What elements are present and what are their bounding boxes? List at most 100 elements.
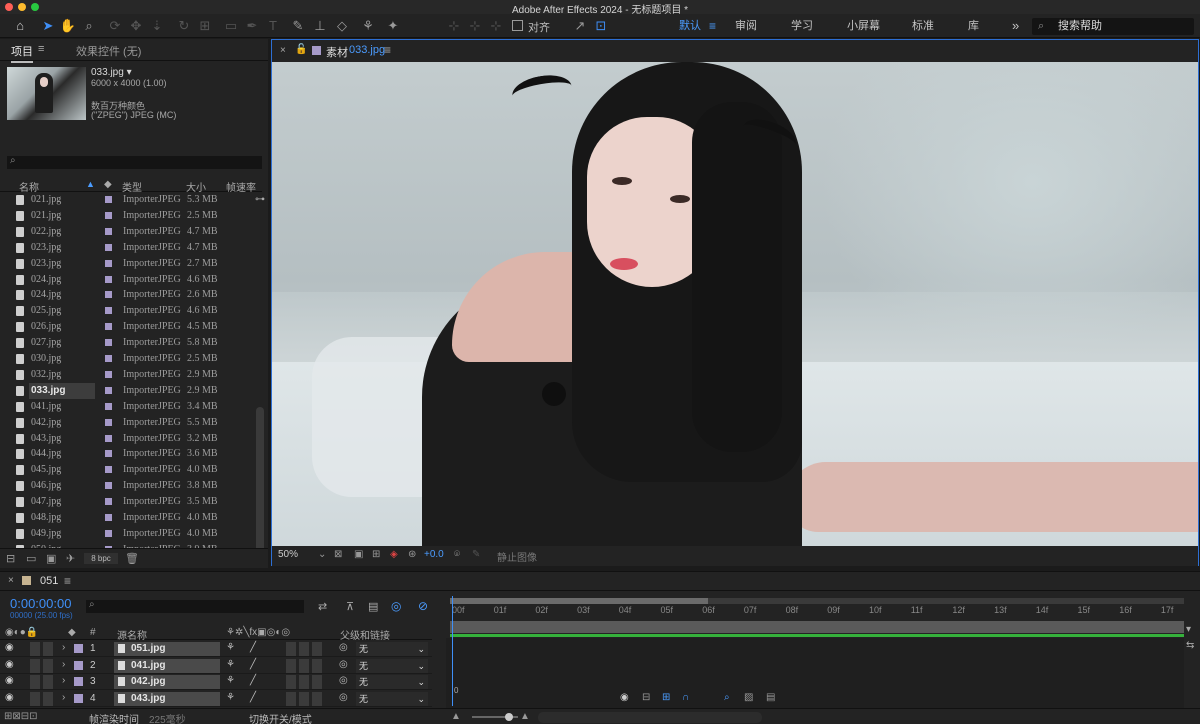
file-row[interactable]: 033.jpg ImporterJPEG 2.9 MB <box>0 382 256 399</box>
label-swatch[interactable] <box>105 355 112 362</box>
lock-toggle[interactable] <box>43 692 53 707</box>
timeline-search-input[interactable]: ⌕ <box>86 599 304 613</box>
home-icon[interactable]: ⌂ <box>11 14 29 38</box>
file-row[interactable]: 024.jpg ImporterJPEG 2.6 MB <box>0 287 256 303</box>
parent-select[interactable]: 无 ⌄ <box>356 692 428 707</box>
switch-cell[interactable] <box>299 692 309 707</box>
label-swatch[interactable] <box>105 227 112 235</box>
label-swatch[interactable] <box>105 243 112 251</box>
layer-switches-toggle-icon[interactable]: ⊞⊠⊟⊡ <box>4 711 38 722</box>
work-area-bar[interactable] <box>450 621 1184 633</box>
color-channels-icon[interactable]: ◈ <box>390 549 398 560</box>
label-swatch[interactable] <box>105 339 112 347</box>
file-row[interactable]: 042.jpg ImporterJPEG 5.5 MB <box>0 415 256 431</box>
switch-cell[interactable] <box>286 642 296 656</box>
workspace-libraries[interactable]: 库 <box>968 14 979 38</box>
layer-row[interactable]: ◉ › 3 042.jpg ⚘ ╱ ◎ 无 ⌄ <box>0 674 432 691</box>
zoom-in-icon[interactable]: ▲ <box>520 711 530 722</box>
lock-toggle[interactable] <box>43 642 53 656</box>
tab-project[interactable]: 项目 <box>11 43 33 63</box>
layer-label-swatch[interactable] <box>74 694 83 704</box>
lock-toggle[interactable] <box>43 658 53 673</box>
file-row[interactable]: 023.jpg ImporterJPEG 4.7 MB <box>0 240 256 256</box>
draft-3d-icon[interactable]: ⊼ <box>346 600 354 613</box>
parent-link-header[interactable]: 父级和链接 <box>340 627 390 642</box>
new-folder-icon[interactable]: ▭ <box>26 552 36 565</box>
file-row[interactable]: 046.jpg ImporterJPEG 3.8 MB <box>0 478 256 494</box>
label-swatch[interactable] <box>105 323 112 331</box>
layer-label-swatch[interactable] <box>74 644 83 653</box>
new-composition-icon[interactable]: ▣ <box>46 552 56 565</box>
switch-cell[interactable] <box>299 675 309 690</box>
panel-menu-icon[interactable]: ≡ <box>38 43 44 55</box>
selection-tool-icon[interactable]: ➤ <box>39 14 57 38</box>
layer-switches-header-icon[interactable]: ⚘✲╲fx▣◎◐◎ <box>226 627 290 638</box>
type-tool-icon[interactable]: T <box>264 14 282 38</box>
file-row[interactable]: 049.jpg ImporterJPEG 4.0 MB <box>0 526 256 542</box>
solo-toggle[interactable] <box>30 642 40 656</box>
file-row[interactable]: 041.jpg ImporterJPEG 3.4 MB <box>0 399 256 415</box>
project-scrollbar[interactable] <box>256 407 264 567</box>
expand-chevron-icon[interactable]: › <box>62 675 65 686</box>
workspace-menu-icon[interactable]: ≡ <box>709 14 716 38</box>
layer-tracks[interactable]: 0 <box>446 638 1184 708</box>
expand-chevron-icon[interactable]: › <box>62 692 65 703</box>
puppet-pin-icon[interactable]: ✦ <box>384 14 402 38</box>
comp-navigate-icon[interactable]: ⇆ <box>1186 640 1194 651</box>
file-row[interactable]: 024.jpg ImporterJPEG 4.6 MB <box>0 272 256 288</box>
layer-label-swatch[interactable] <box>74 677 83 687</box>
exposure-value[interactable]: +0.0 <box>424 549 444 560</box>
workspace-more-icon[interactable]: » <box>1012 14 1019 38</box>
label-swatch[interactable] <box>105 482 112 490</box>
brush-tool-icon[interactable]: ✎ <box>289 14 307 38</box>
bit-depth-button[interactable]: 8 bpc <box>84 553 118 564</box>
file-row[interactable]: 043.jpg ImporterJPEG 3.2 MB <box>0 431 256 447</box>
flowchart-icon[interactable]: ⊶ <box>255 194 265 205</box>
orbit-camera-icon[interactable]: ⟳ <box>106 14 124 38</box>
frame-blending-icon[interactable]: ◎ <box>391 599 401 613</box>
shy-switch-icon[interactable]: ⚘ <box>226 675 235 686</box>
switch-cell[interactable] <box>286 675 296 690</box>
file-row[interactable]: 022.jpg ImporterJPEG 4.7 MB <box>0 224 256 240</box>
label-swatch[interactable] <box>105 514 112 521</box>
workspace-learn[interactable]: 学习 <box>791 14 813 38</box>
solo-toggle[interactable] <box>30 692 40 707</box>
zoom-tool-icon[interactable]: ⌕ <box>80 14 98 38</box>
axis-icon[interactable]: ⊹ <box>445 14 463 38</box>
label-swatch[interactable] <box>105 418 112 426</box>
file-row[interactable]: 048.jpg ImporterJPEG 4.0 MB <box>0 510 256 526</box>
motion-blur-icon[interactable]: ⊘ <box>418 599 428 613</box>
time-ruler[interactable]: 00f 01f 02f 03f 04f 05f 06f 07f 08f 09f 10f 11f 12f 1… <box>446 596 1184 620</box>
parent-select[interactable]: 无 ⌄ <box>356 642 428 656</box>
pick-whip-icon[interactable]: ◎ <box>339 659 348 670</box>
pen-tool-icon[interactable]: ✒ <box>243 14 261 38</box>
toggle-switches-modes[interactable]: 切换开关/模式 <box>249 711 312 724</box>
label-swatch[interactable] <box>105 450 112 458</box>
interpret-footage-icon[interactable]: ⊟ <box>6 552 15 565</box>
source-name-header[interactable]: 源名称 <box>117 627 147 642</box>
workspace-small-screen[interactable]: 小屏幕 <box>847 14 880 38</box>
fit-view-icon[interactable]: ⊠ <box>334 549 342 560</box>
layer-row[interactable]: ◉ › 1 051.jpg ⚘ ╱ ◎ 无 ⌄ <box>0 641 432 657</box>
switch-cell[interactable] <box>312 642 322 656</box>
viewer-tab-file[interactable]: 033.jpg <box>349 44 385 56</box>
transparency-grid-icon[interactable]: ⊟ <box>642 692 650 703</box>
chevron-down-icon[interactable]: ⌄ <box>318 549 326 560</box>
timeline-menu-icon[interactable]: ≡ <box>64 574 71 588</box>
file-row[interactable]: 032.jpg ImporterJPEG 2.9 MB <box>0 367 256 383</box>
tab-effect-controls[interactable]: 效果控件 (无) <box>76 43 141 59</box>
quality-switch-icon[interactable]: ╱ <box>250 642 256 653</box>
sort-asc-icon[interactable]: ▲ <box>86 179 95 189</box>
project-search-input[interactable]: ⌕ <box>7 155 262 169</box>
file-row[interactable]: 044.jpg ImporterJPEG 3.6 MB <box>0 446 256 462</box>
label-swatch[interactable] <box>105 307 112 315</box>
layer-name[interactable]: 043.jpg <box>114 692 220 707</box>
file-row[interactable]: 023.jpg ImporterJPEG 2.7 MB <box>0 256 256 272</box>
region-interest-icon[interactable]: ▨ <box>744 692 753 703</box>
av-features-icon[interactable]: ◉◐●🔒 <box>5 627 38 638</box>
solo-toggle[interactable] <box>30 675 40 690</box>
layer-row[interactable]: ◉ › 4 043.jpg ⚘ ╱ ◎ 无 ⌄ <box>0 691 432 708</box>
shy-switch-icon[interactable]: ⚘ <box>226 692 235 703</box>
close-tab-icon[interactable]: × <box>8 575 14 586</box>
switch-cell[interactable] <box>312 675 322 690</box>
